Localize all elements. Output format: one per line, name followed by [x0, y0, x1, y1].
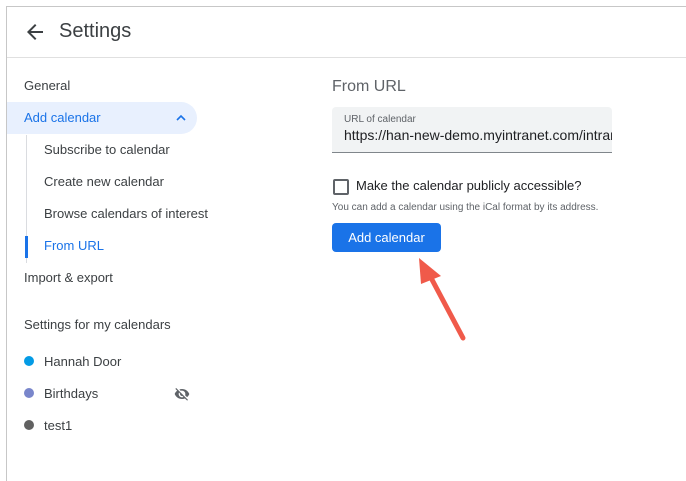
public-access-label[interactable]: Make the calendar publicly accessible?: [356, 178, 581, 193]
sidebar-item-general[interactable]: General: [24, 70, 70, 102]
calendar-url-field[interactable]: URL of calendar https://han-new-demo.myi…: [332, 107, 612, 153]
sidebar-item-add-calendar[interactable]: Add calendar: [7, 102, 197, 134]
sidebar-item-import-export[interactable]: Import & export: [24, 262, 113, 294]
active-indicator: [25, 236, 28, 258]
settings-window: Settings General Add calendar Subscribe …: [6, 6, 686, 481]
header: Settings: [7, 7, 686, 58]
url-field-label: URL of calendar: [344, 114, 416, 125]
calendar-color-dot: [24, 388, 34, 398]
calendar-color-dot: [24, 356, 34, 366]
calendar-item-test1[interactable]: test1: [44, 418, 72, 433]
visibility-off-icon[interactable]: [174, 386, 190, 402]
sidebar-item-subscribe[interactable]: Subscribe to calendar: [44, 134, 170, 166]
back-arrow-icon[interactable]: [23, 20, 47, 44]
public-access-checkbox[interactable]: [333, 179, 349, 195]
section-heading: Settings for my calendars: [24, 317, 171, 332]
helper-text: You can add a calendar using the iCal fo…: [332, 202, 599, 213]
calendar-item-hannah-door[interactable]: Hannah Door: [44, 354, 121, 369]
sidebar-item-from-url[interactable]: From URL: [44, 230, 104, 262]
sidebar-item-create-new[interactable]: Create new calendar: [44, 166, 164, 198]
url-field-value[interactable]: https://han-new-demo.myintranet.com/intr…: [344, 127, 612, 143]
section-title: From URL: [332, 78, 406, 95]
add-calendar-button[interactable]: Add calendar: [332, 223, 441, 252]
page-title: Settings: [59, 20, 132, 42]
chevron-up-icon: [176, 114, 186, 121]
sidebar-item-browse[interactable]: Browse calendars of interest: [44, 198, 208, 230]
sidebar-item-label: Add calendar: [24, 110, 101, 125]
calendar-item-birthdays[interactable]: Birthdays: [44, 386, 98, 401]
annotation-arrow-icon: [419, 258, 466, 341]
calendar-color-dot: [24, 420, 34, 430]
